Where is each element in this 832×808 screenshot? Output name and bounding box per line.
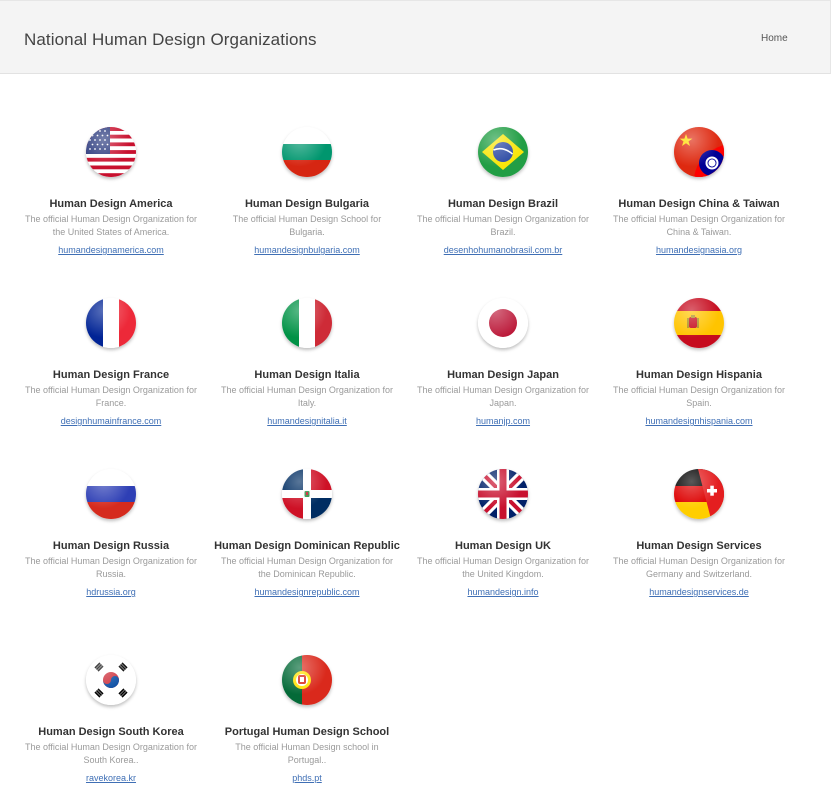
uk-flag-icon: [478, 469, 528, 519]
org-title: Human Design Services: [636, 540, 762, 552]
org-website-link[interactable]: humanjp.com: [476, 416, 530, 426]
org-website-link[interactable]: phds.pt: [292, 773, 322, 783]
org-title: Human Design Hispania: [636, 369, 762, 381]
org-title: Human Design China & Taiwan: [618, 198, 780, 210]
bulgaria-flag-icon: [282, 127, 332, 177]
org-website-link[interactable]: humandesignrepublic.com: [254, 587, 359, 597]
org-website-link[interactable]: humandesignamerica.com: [58, 245, 164, 255]
org-title: Human Design America: [49, 198, 173, 210]
china-taiwan-flag-icon: [674, 127, 724, 177]
dominican-republic-flag-icon: [282, 469, 332, 519]
org-description: The official Human Design Organization f…: [417, 385, 589, 408]
org-description: The official Human Design School for Bul…: [232, 214, 382, 237]
org-card: Human Design Russia The official Human D…: [13, 469, 209, 600]
org-description: The official Human Design school in Port…: [235, 742, 379, 765]
org-website-link[interactable]: designhumainfrance.com: [61, 416, 162, 426]
org-title: Human Design Japan: [447, 369, 559, 381]
org-card: Human Design America The official Human …: [13, 127, 209, 258]
brazil-flag-icon: [478, 127, 528, 177]
org-card: Human Design France The official Human D…: [13, 298, 209, 429]
org-website-link[interactable]: humandesignbulgaria.com: [254, 245, 360, 255]
org-card: Human Design UK The official Human Desig…: [405, 469, 601, 600]
spain-flag-icon: [674, 298, 724, 348]
org-description: The official Human Design Organization f…: [221, 385, 393, 408]
org-title: Human Design UK: [455, 540, 551, 552]
org-description: The official Human Design Organization f…: [613, 214, 785, 237]
org-title: Portugal Human Design School: [224, 726, 390, 738]
org-card: Human Design Italia The official Human D…: [209, 298, 405, 429]
org-description: The official Human Design Organization f…: [25, 214, 197, 237]
org-website-link[interactable]: humandesign.info: [467, 587, 538, 597]
org-website-link[interactable]: ravekorea.kr: [86, 773, 136, 783]
org-description: The official Human Design Organization f…: [417, 556, 589, 579]
org-title: Human Design Italia: [254, 369, 360, 381]
org-card: Human Design Japan The official Human De…: [405, 298, 601, 429]
org-description: The official Human Design Organization f…: [25, 556, 197, 579]
org-website-link[interactable]: humandesignhispania.com: [645, 416, 752, 426]
portugal-flag-icon: [282, 655, 332, 705]
org-title: Human Design Bulgaria: [244, 198, 370, 210]
org-title: Human Design Brazil: [447, 198, 559, 210]
org-website-link[interactable]: humandesignitalia.it: [267, 416, 347, 426]
org-description: The official Human Design Organization f…: [221, 556, 393, 579]
org-description: The official Human Design Organization f…: [25, 385, 197, 408]
org-title: Human Design Russia: [52, 540, 170, 552]
usa-flag-icon: [86, 127, 136, 177]
italy-flag-icon: [282, 298, 332, 348]
south-korea-flag-icon: [86, 655, 136, 705]
russia-flag-icon: [86, 469, 136, 519]
org-website-link[interactable]: humandesignasia.org: [656, 245, 742, 255]
org-website-link[interactable]: hdrussia.org: [86, 587, 136, 597]
org-description: The official Human Design Organization f…: [417, 214, 589, 237]
org-card: Human Design China & Taiwan The official…: [601, 127, 797, 258]
org-title: Human Design Dominican Republic: [214, 540, 400, 552]
org-card: Human Design South Korea The official Hu…: [13, 655, 209, 786]
organizations-grid: Human Design America The official Human …: [0, 0, 832, 808]
org-description: The official Human Design Organization f…: [613, 385, 785, 408]
org-description: The official Human Design Organization f…: [25, 742, 197, 765]
france-flag-icon: [86, 298, 136, 348]
japan-flag-icon: [478, 298, 528, 348]
org-description: The official Human Design Organization f…: [613, 556, 785, 579]
org-title: Human Design France: [52, 369, 170, 381]
org-card: Human Design Services The official Human…: [601, 469, 797, 600]
org-card: Human Design Hispania The official Human…: [601, 298, 797, 429]
org-card: Portugal Human Design School The officia…: [209, 655, 405, 786]
org-title: Human Design South Korea: [38, 726, 184, 738]
germany-switzerland-flag-icon: [674, 469, 724, 519]
org-website-link[interactable]: humandesignservices.de: [649, 587, 749, 597]
org-website-link[interactable]: desenhohumanobrasil.com.br: [444, 245, 563, 255]
org-card: Human Design Bulgaria The official Human…: [209, 127, 405, 258]
org-card: Human Design Brazil The official Human D…: [405, 127, 601, 258]
org-card: Human Design Dominican Republic The offi…: [209, 469, 405, 600]
